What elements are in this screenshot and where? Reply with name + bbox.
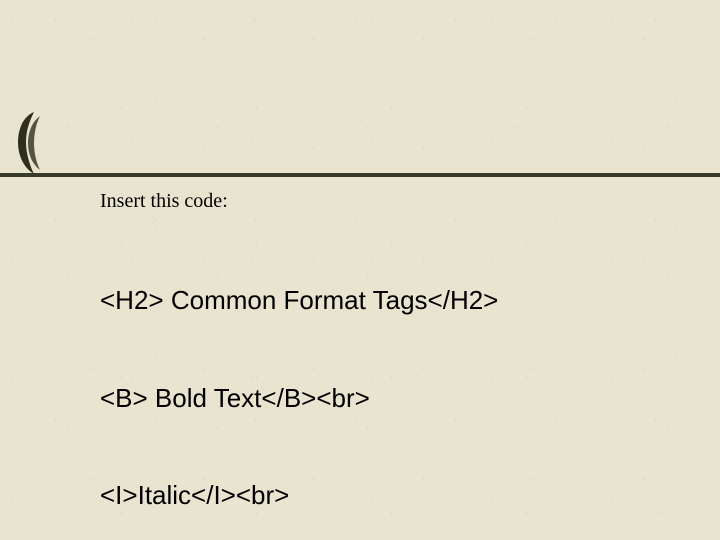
brush-stroke-decoration (6, 108, 52, 178)
horizontal-divider (0, 173, 720, 177)
code-line: <B> Bold Text</B><br> (100, 382, 700, 415)
intro-text: Insert this code: (100, 190, 700, 213)
code-line: <H2> Common Format Tags</H2> (100, 284, 700, 317)
code-line: <I>Italic</I><br> (100, 479, 700, 512)
code-block: <H2> Common Format Tags</H2> <B> Bold Te… (100, 219, 700, 540)
slide-content: Insert this code: <H2> Common Format Tag… (100, 190, 700, 540)
